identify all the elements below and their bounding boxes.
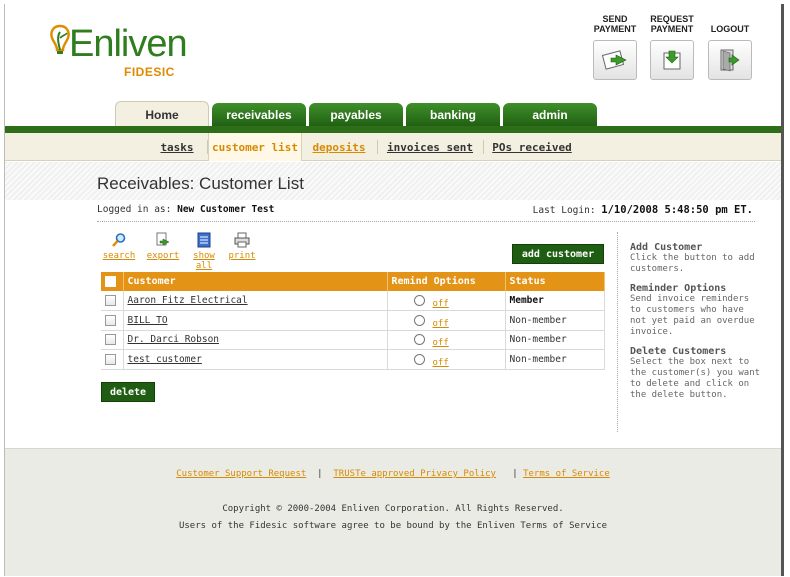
export-icon: [156, 232, 170, 246]
terms-note: Users of the Fidesic software agree to b…: [178, 521, 608, 531]
footer: Customer Support Request | TRUSTe approv…: [5, 448, 781, 576]
tab-payables[interactable]: payables: [309, 103, 403, 127]
help-heading-reminder: Reminder Options: [630, 283, 727, 294]
header-remind-options[interactable]: Remind Options: [387, 272, 506, 291]
status-cell: Non-member: [505, 349, 605, 370]
tab-receivables[interactable]: receivables: [212, 103, 306, 127]
search-icon: [112, 233, 126, 247]
help-heading-delete: Delete Customers: [630, 346, 727, 357]
subtab-tasks[interactable]: tasks: [153, 133, 201, 161]
tab-underline-bar: [5, 126, 781, 133]
sub-tabs: tasks customer list deposits invoices se…: [5, 133, 781, 161]
privacy-policy-link[interactable]: TRUSTe approved Privacy Policy: [333, 469, 496, 479]
logged-in-user: New Customer Test: [177, 204, 275, 215]
customer-link[interactable]: Aaron Fitz Electrical: [128, 295, 248, 306]
page-title: Receivables: Customer List: [97, 174, 304, 193]
copyright-text: Copyright © 2000-2004 Enliven Corporatio…: [222, 504, 564, 514]
last-login-info: Last Login: 1/10/2008 5:48:50 pm ET.: [533, 204, 753, 216]
table-row: test customer off Non-member: [101, 349, 605, 370]
customer-table: Customer Remind Options Status Aaron Fit…: [101, 272, 605, 370]
remind-off-link[interactable]: off: [433, 338, 449, 348]
status-cell: Member: [505, 291, 605, 311]
help-text-add: Click the button to add customers.: [630, 253, 755, 274]
help-text-delete: Select the box next to the customer(s) y…: [630, 357, 761, 400]
last-login-label: Last Login:: [532, 205, 596, 216]
send-payment-icon: [602, 50, 627, 70]
remind-radio[interactable]: [413, 295, 425, 306]
logout-icon: [720, 49, 740, 72]
help-sidebar: Add Customer Click the button to add cus…: [617, 232, 762, 432]
help-heading-add: Add Customer: [630, 242, 703, 253]
app-frame: Enliven FIDESIC SEND PAYMENT REQUEST PAYME…: [4, 4, 784, 576]
customer-link[interactable]: Dr. Darci Robson: [128, 334, 220, 345]
tab-banking[interactable]: banking: [406, 103, 500, 127]
status-cell: Non-member: [505, 310, 605, 331]
customer-link[interactable]: BILL TO: [128, 315, 168, 326]
printer-icon: [234, 232, 250, 248]
subtab-invoices-sent[interactable]: invoices sent: [383, 133, 477, 161]
delete-button[interactable]: delete: [101, 382, 155, 402]
search-link[interactable]: search: [99, 251, 139, 261]
print-link[interactable]: print: [227, 251, 257, 261]
header-status[interactable]: Status: [505, 272, 605, 291]
select-all-checkbox[interactable]: [105, 275, 116, 287]
status-cell: Non-member: [505, 330, 605, 350]
row-checkbox[interactable]: [105, 353, 116, 365]
send-payment-label-1: SEND: [602, 14, 628, 24]
table-row: Aaron Fitz Electrical off Member: [101, 291, 605, 311]
subtab-deposits[interactable]: deposits: [308, 133, 370, 161]
row-checkbox[interactable]: [105, 334, 116, 346]
request-payment-icon: [663, 50, 681, 70]
divider: [97, 221, 755, 222]
remind-off-link[interactable]: off: [433, 358, 449, 368]
export-tool[interactable]: export: [143, 232, 183, 261]
request-payment-label-2: PAYMENT: [650, 24, 694, 34]
logout-label-2: LOGOUT: [710, 24, 750, 34]
header-customer[interactable]: Customer: [123, 272, 388, 291]
last-login-value: 1/10/2008 5:48:50 pm ET.: [601, 204, 753, 216]
request-payment-label-1: REQUEST: [650, 14, 694, 24]
table-row: BILL TO off Non-member: [101, 310, 605, 331]
remind-radio[interactable]: [413, 334, 425, 346]
print-tool[interactable]: print: [227, 232, 257, 261]
row-checkbox[interactable]: [105, 314, 116, 326]
terms-link[interactable]: Terms of Service: [523, 469, 610, 479]
logged-in-label: Logged in as:: [97, 204, 172, 215]
copyright: Copyright © 2000-2004 Enliven Corporatio…: [5, 501, 781, 535]
header: Enliven FIDESIC SEND PAYMENT REQUEST PAYME…: [5, 4, 781, 127]
support-link[interactable]: Customer Support Request: [176, 469, 306, 479]
bulb-icon: [50, 24, 70, 54]
tab-admin[interactable]: admin: [503, 103, 597, 127]
show-all-tool[interactable]: show all: [183, 232, 225, 271]
row-checkbox[interactable]: [105, 295, 116, 306]
send-payment-button[interactable]: SEND PAYMENT: [588, 12, 642, 80]
table-row: Dr. Darci Robson off Non-member: [101, 330, 605, 350]
footer-links: Customer Support Request | TRUSTe approv…: [176, 469, 610, 479]
list-icon: [197, 232, 211, 248]
main-tabs: Home receivables payables banking admin: [115, 101, 600, 127]
remind-off-link[interactable]: off: [433, 299, 449, 309]
remind-radio[interactable]: [413, 314, 425, 326]
brand-sub: FIDESIC: [124, 65, 175, 79]
help-text-reminder: Send invoice reminders to customers who …: [630, 294, 755, 337]
show-all-link[interactable]: show all: [183, 251, 225, 271]
export-link[interactable]: export: [143, 251, 183, 261]
brand-name: Enliven: [69, 23, 188, 65]
subtab-customer-list[interactable]: customer list: [208, 133, 302, 161]
table-header-row: Customer Remind Options Status: [101, 272, 605, 291]
add-customer-button[interactable]: add customer: [512, 244, 604, 264]
send-payment-label-2: PAYMENT: [593, 24, 637, 34]
logged-in-info: Logged in as: New Customer Test: [97, 204, 274, 215]
remind-off-link[interactable]: off: [433, 319, 449, 329]
search-tool[interactable]: search: [99, 232, 139, 261]
logout-button[interactable]: LOGOUT: [703, 12, 757, 80]
request-payment-button[interactable]: REQUEST PAYMENT: [645, 12, 699, 80]
remind-radio[interactable]: [413, 353, 425, 365]
customer-link[interactable]: test customer: [128, 354, 202, 365]
subtab-pos-received[interactable]: POs received: [489, 133, 575, 161]
tab-home[interactable]: Home: [115, 101, 209, 127]
